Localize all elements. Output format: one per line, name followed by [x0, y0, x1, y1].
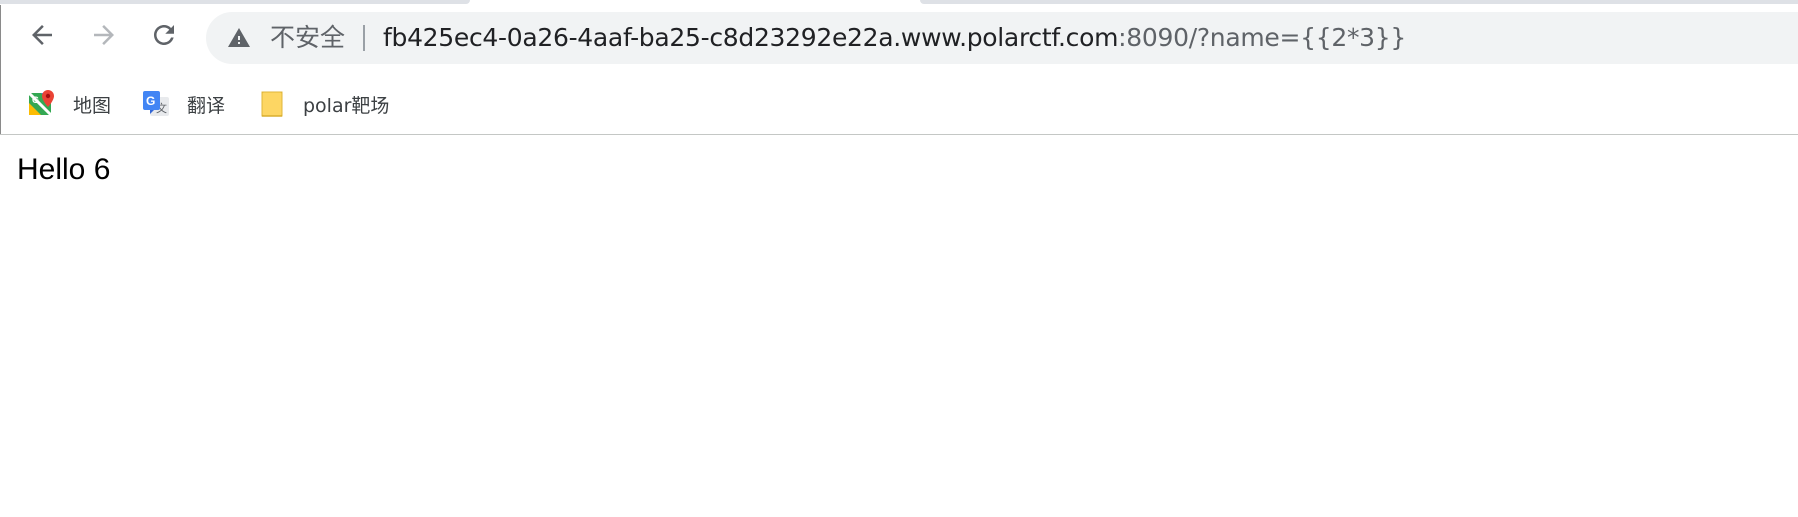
bookmark-translate[interactable]: 文 G 翻译 — [142, 86, 225, 122]
greeting-text: Hello 6 — [17, 153, 111, 186]
bookmark-folder-polar[interactable]: polar靶场 — [258, 86, 389, 122]
reload-icon — [154, 25, 174, 45]
browser-window: 不安全 fb425ec4-0a26-4aaf-ba25-c8d23292e22a… — [0, 0, 1798, 517]
address-separator — [363, 25, 365, 51]
url-path[interactable]: :8090/?name={{2*3}} — [1118, 23, 1406, 52]
tab-inactive-left[interactable] — [0, 0, 470, 4]
folder-icon — [261, 91, 283, 117]
bookmark-label: 地图 — [73, 94, 112, 117]
reload-button[interactable] — [146, 17, 182, 53]
security-status-label[interactable]: 不安全 — [270, 23, 345, 53]
svg-text:G: G — [32, 95, 39, 105]
address-bar[interactable]: 不安全 fb425ec4-0a26-4aaf-ba25-c8d23292e22a… — [206, 12, 1798, 64]
url-text[interactable]: fb425ec4-0a26-4aaf-ba25-c8d23292e22a.www… — [383, 23, 1406, 53]
forward-button[interactable] — [86, 17, 122, 53]
translate-icon: 文 G — [143, 91, 169, 116]
page-content: Hello 6 — [0, 135, 1798, 517]
maps-icon: G — [28, 90, 54, 117]
bookmarks-bar: G 地图 文 G 翻译 polar靶场 — [0, 78, 1798, 133]
warning-triangle-icon[interactable] — [226, 26, 252, 50]
bookmark-maps[interactable]: G 地图 — [28, 86, 111, 122]
arrow-left-icon — [32, 25, 52, 45]
bookmark-label: 翻译 — [187, 94, 226, 117]
svg-text:G: G — [146, 94, 155, 108]
tab-inactive-right[interactable] — [920, 0, 1798, 4]
url-host[interactable]: fb425ec4-0a26-4aaf-ba25-c8d23292e22a.www… — [383, 23, 1118, 52]
arrow-right-icon — [94, 25, 114, 45]
back-button[interactable] — [24, 17, 60, 53]
bookmark-label: polar靶场 — [303, 94, 390, 117]
browser-toolbar: 不安全 fb425ec4-0a26-4aaf-ba25-c8d23292e22a… — [0, 5, 1798, 75]
